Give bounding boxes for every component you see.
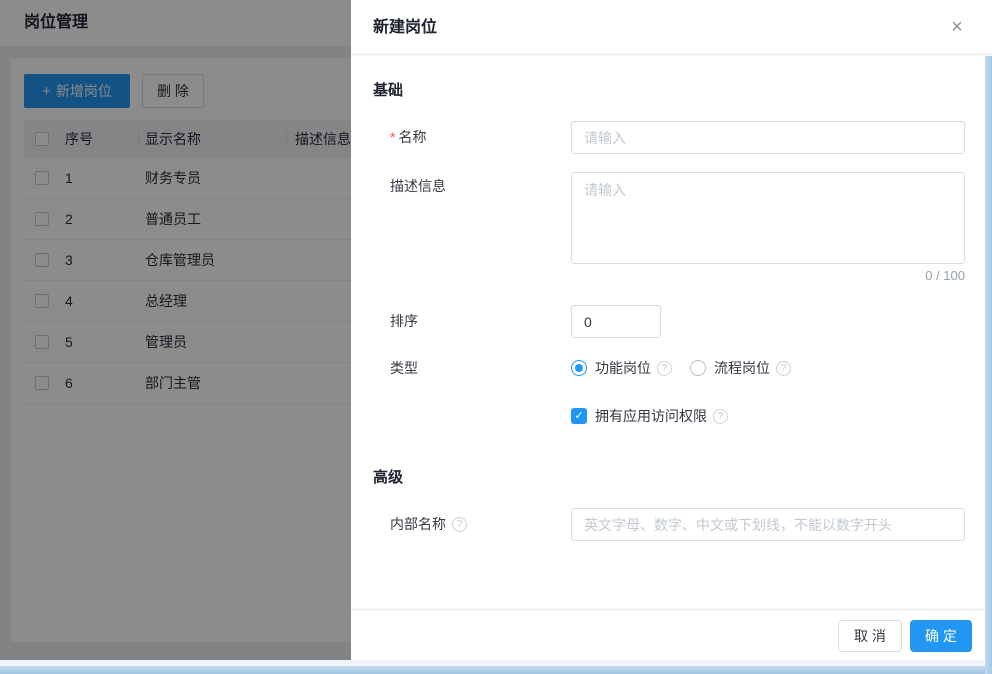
app-access-label[interactable]: 拥有应用访问权限 <box>595 406 707 426</box>
help-icon[interactable]: ? <box>776 361 791 376</box>
sort-input[interactable] <box>571 305 661 338</box>
drawer-header: 新建岗位 × <box>351 0 992 55</box>
confirm-button[interactable]: 确 定 <box>910 620 972 652</box>
char-counter: 0 / 100 <box>571 268 965 283</box>
screen: 岗位管理 + 新增岗位 删 除 序号 显示名称 描述信息 1 财务专员 <box>0 0 992 674</box>
radio-option-label[interactable]: 功能岗位 <box>595 358 651 378</box>
new-position-drawer: 新建岗位 × 基础 *名称 描述信息 0 / 100 排序 类型 功能岗位 ? … <box>351 0 992 674</box>
cancel-button[interactable]: 取 消 <box>838 620 902 652</box>
section-basic: 基础 <box>373 79 403 100</box>
type-radio-group: 功能岗位 ? 流程岗位 ? <box>571 352 791 384</box>
name-input[interactable] <box>571 121 965 154</box>
section-advanced: 高级 <box>373 466 403 487</box>
sort-label: 排序 <box>390 305 418 337</box>
close-icon[interactable]: × <box>946 16 968 38</box>
help-icon[interactable]: ? <box>713 409 728 424</box>
radio-unselected-icon[interactable] <box>690 360 706 376</box>
help-icon[interactable]: ? <box>657 361 672 376</box>
internal-name-input[interactable] <box>571 508 965 541</box>
required-mark: * <box>390 129 395 145</box>
drawer-footer: 取 消 确 定 <box>351 609 992 660</box>
internal-name-label: 内部名称 ? <box>390 508 467 540</box>
checked-checkbox-icon[interactable]: ✓ <box>571 408 587 424</box>
description-label: 描述信息 <box>390 176 446 196</box>
name-label: *名称 <box>390 121 426 153</box>
description-textarea[interactable] <box>571 172 965 264</box>
horizontal-scrollbar-track[interactable] <box>0 660 992 674</box>
radio-selected-icon[interactable] <box>571 360 587 376</box>
type-label: 类型 <box>390 352 418 384</box>
app-access-row: ✓ 拥有应用访问权限 ? <box>571 400 728 432</box>
radio-option-label[interactable]: 流程岗位 <box>714 358 770 378</box>
drawer-title: 新建岗位 <box>373 0 437 55</box>
help-icon[interactable]: ? <box>452 517 467 532</box>
horizontal-scrollbar-thumb[interactable] <box>0 666 992 674</box>
drawer-mask[interactable] <box>0 0 351 661</box>
vertical-scrollbar-thumb[interactable] <box>985 56 992 674</box>
